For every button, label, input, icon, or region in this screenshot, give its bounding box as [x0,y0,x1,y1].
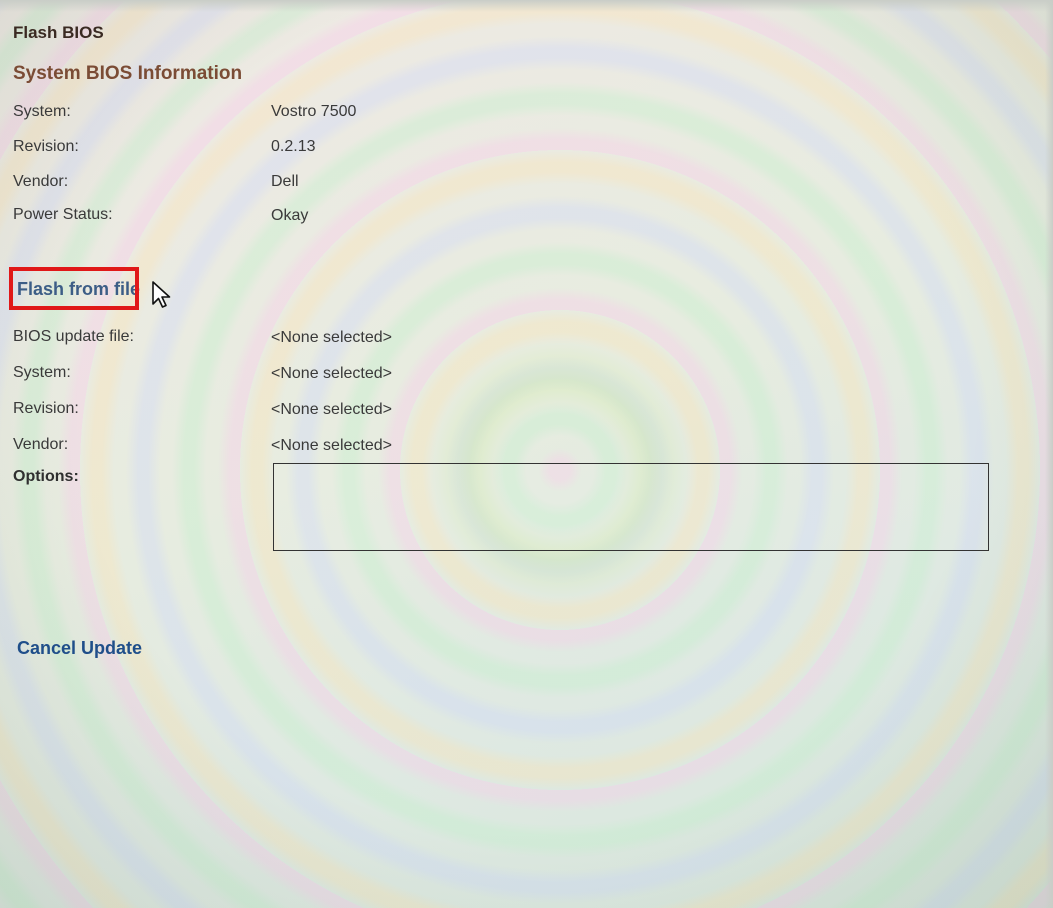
bios-update-file-value[interactable]: <None selected> [271,329,392,347]
system-value: Vostro 7500 [271,103,357,120]
power-status-value: Okay [271,207,309,224]
screen-frame-top [0,0,1053,12]
system-bios-info-heading: System BIOS Information [13,63,243,84]
screen-frame-right [1045,0,1053,908]
file-system-value: <None selected> [271,365,392,382]
file-revision-value: <None selected> [271,401,392,418]
file-vendor-value: <None selected> [271,437,392,454]
vendor-value: Dell [271,173,299,190]
page-title: Flash BIOS [13,23,104,42]
power-status-label: Power Status: [13,206,113,223]
vendor-label: Vendor: [13,173,69,190]
file-system-label: System: [13,364,71,381]
revision-label: Revision: [13,138,79,155]
file-revision-label: Revision: [13,400,79,417]
bios-update-file-label: BIOS update file: [13,328,134,345]
options-box[interactable] [273,463,989,551]
system-label: System: [13,103,71,120]
flash-from-file-highlight [9,267,139,310]
bios-screen: Flash BIOS System BIOS Information Syste… [0,0,1053,908]
options-label: Options: [13,468,79,485]
mouse-pointer-icon [152,281,171,308]
revision-value: 0.2.13 [271,138,316,155]
file-vendor-label: Vendor: [13,436,69,453]
cancel-update-button[interactable]: Cancel Update [17,638,142,659]
screen-vignette [0,0,1053,908]
